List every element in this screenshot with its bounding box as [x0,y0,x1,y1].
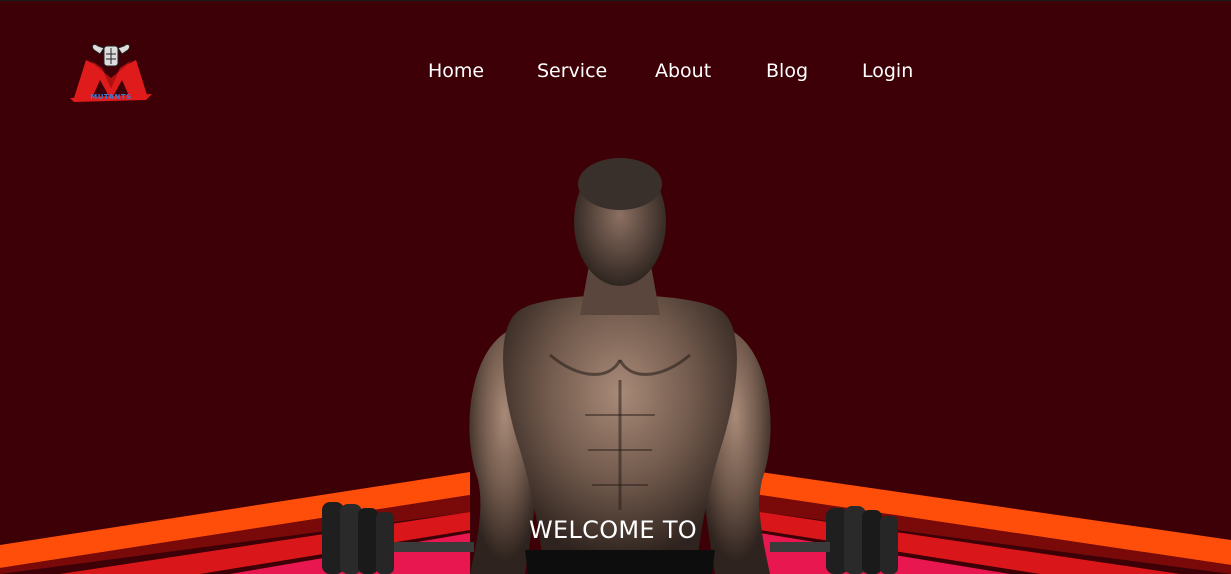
hero-welcome-heading: WELCOME TO [529,516,697,544]
logo-wordmark: MUTANTS [90,93,132,101]
main-navigation: Home Service About Blog Login [0,60,1231,90]
nav-home-link[interactable]: Home [428,60,484,82]
nav-login-link[interactable]: Login [862,60,913,82]
nav-about-link[interactable]: About [655,60,711,82]
bodybuilder-hero-image [322,158,898,574]
nav-service-link[interactable]: Service [537,60,607,82]
nav-blog-link[interactable]: Blog [766,60,808,82]
